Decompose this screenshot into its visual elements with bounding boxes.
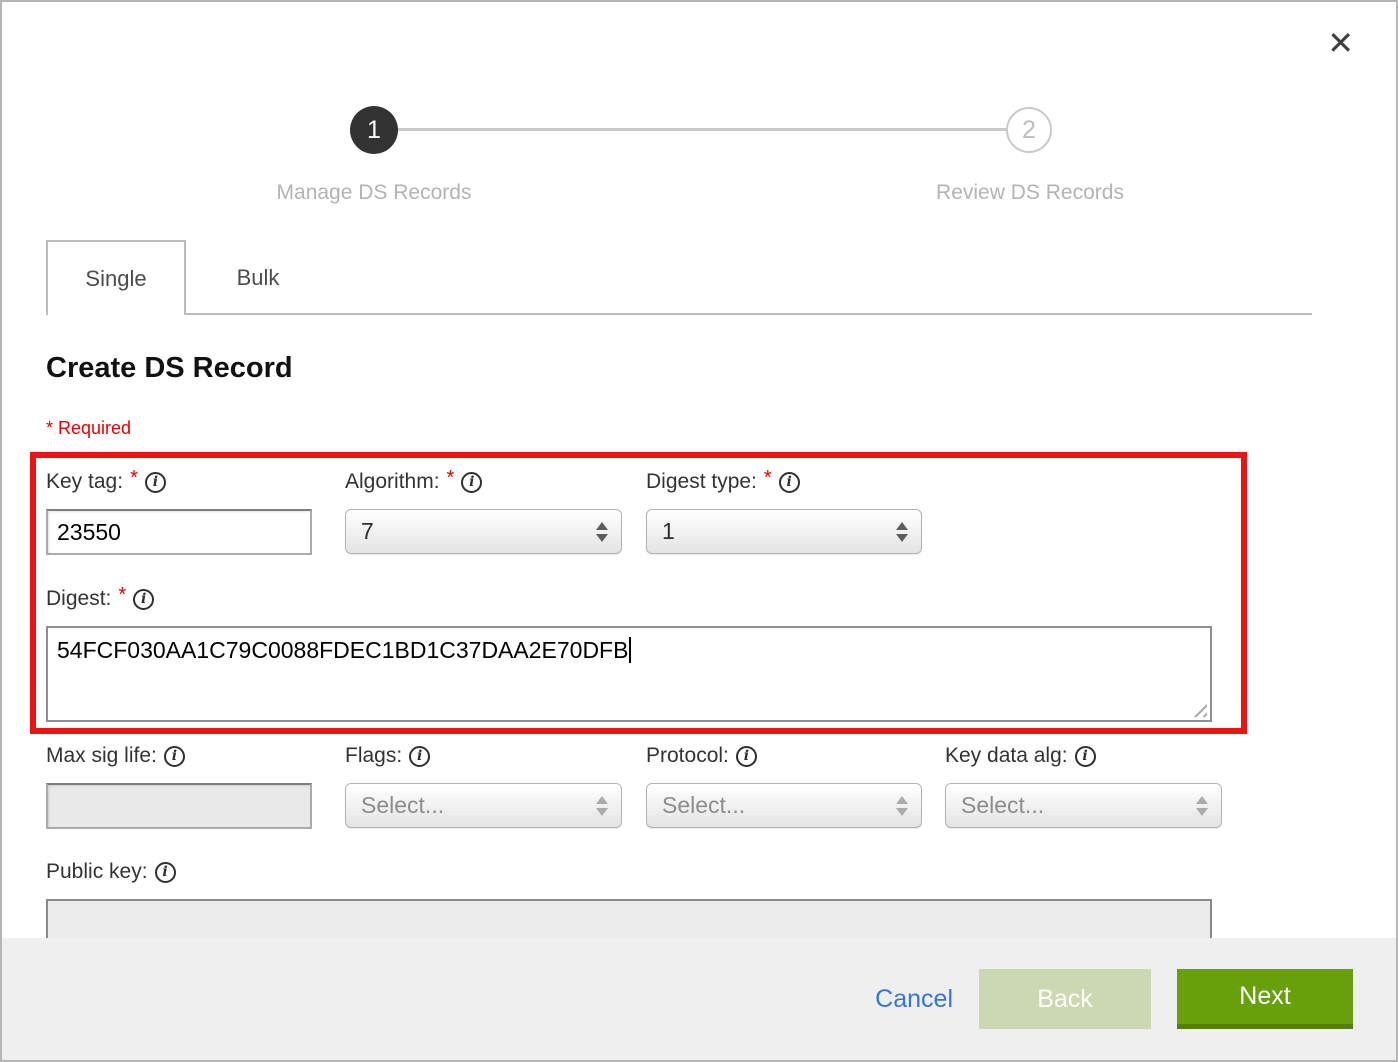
select-stepper-arrows-icon (596, 796, 608, 816)
field-flags: Flags: i Select... (345, 742, 622, 828)
algorithm-select[interactable]: 7 (345, 509, 622, 554)
info-icon[interactable]: i (779, 472, 800, 493)
info-icon[interactable]: i (736, 746, 757, 767)
textarea-resize-handle-icon[interactable] (1192, 702, 1207, 717)
field-digest: Digest: * i 54FCF030AA1C79C0088FDEC1BD1C… (46, 585, 1212, 722)
digest-textarea[interactable]: 54FCF030AA1C79C0088FDEC1BD1C37DAA2E70DFB (46, 626, 1212, 722)
required-asterisk: * (118, 584, 126, 607)
tab-single[interactable]: Single (46, 240, 186, 315)
stepper-step-2-circle: 2 (1006, 107, 1052, 153)
next-button[interactable]: Next (1177, 969, 1353, 1029)
required-asterisk: * (130, 467, 138, 490)
key-data-alg-label: Key data alg: (945, 744, 1068, 768)
algorithm-selected-value: 7 (361, 518, 374, 545)
key-data-alg-selected-value: Select... (961, 792, 1044, 819)
info-icon[interactable]: i (409, 746, 430, 767)
stepper-connector-line (386, 128, 1018, 131)
info-icon[interactable]: i (145, 472, 166, 493)
info-icon[interactable]: i (155, 862, 176, 883)
field-max-sig-life: Max sig life: i (46, 742, 312, 829)
field-key-tag: Key tag: * i 23550 (46, 468, 312, 555)
field-key-data-alg: Key data alg: i Select... (945, 742, 1222, 828)
stepper-step-1-circle: 1 (350, 106, 398, 154)
digest-type-label: Digest type: (646, 470, 757, 494)
key-data-alg-select[interactable]: Select... (945, 783, 1222, 828)
stepper-step-1-label: Manage DS Records (244, 181, 504, 205)
field-protocol: Protocol: i Select... (646, 742, 922, 828)
max-sig-life-input (46, 783, 312, 829)
flags-label: Flags: (345, 744, 402, 768)
field-algorithm: Algorithm: * i 7 (345, 468, 622, 554)
create-ds-record-dialog: ✕ 1 2 Manage DS Records Review DS Record… (0, 0, 1398, 1062)
info-icon[interactable]: i (1075, 746, 1096, 767)
required-asterisk: * (447, 467, 455, 490)
max-sig-life-label: Max sig life: (46, 744, 157, 768)
cancel-link[interactable]: Cancel (875, 985, 953, 1014)
protocol-selected-value: Select... (662, 792, 745, 819)
algorithm-label: Algorithm: (345, 470, 440, 494)
close-icon[interactable]: ✕ (1321, 26, 1360, 60)
field-digest-type: Digest type: * i 1 (646, 468, 922, 554)
info-icon[interactable]: i (133, 589, 154, 610)
key-tag-label: Key tag: (46, 470, 123, 494)
protocol-select[interactable]: Select... (646, 783, 922, 828)
page-title: Create DS Record (46, 352, 293, 385)
digest-value: 54FCF030AA1C79C0088FDEC1BD1C37DAA2E70DFB (57, 637, 628, 663)
protocol-label: Protocol: (646, 744, 729, 768)
info-icon[interactable]: i (164, 746, 185, 767)
text-cursor (629, 637, 631, 663)
flags-selected-value: Select... (361, 792, 444, 819)
public-key-label: Public key: (46, 860, 148, 884)
required-note: * Required (46, 418, 131, 439)
stepper-step-2-label: Review DS Records (900, 181, 1160, 205)
digest-type-select[interactable]: 1 (646, 509, 922, 554)
back-button[interactable]: Back (979, 969, 1151, 1029)
flags-select[interactable]: Select... (345, 783, 622, 828)
select-stepper-arrows-icon (896, 522, 908, 542)
tab-bulk[interactable]: Bulk (188, 240, 328, 315)
key-tag-input[interactable]: 23550 (46, 509, 312, 555)
select-stepper-arrows-icon (596, 522, 608, 542)
info-icon[interactable]: i (461, 472, 482, 493)
digest-label: Digest: (46, 587, 111, 611)
digest-type-selected-value: 1 (662, 518, 675, 545)
select-stepper-arrows-icon (1196, 796, 1208, 816)
dialog-footer: Cancel Back Next (2, 938, 1396, 1060)
required-asterisk: * (764, 467, 772, 490)
select-stepper-arrows-icon (896, 796, 908, 816)
